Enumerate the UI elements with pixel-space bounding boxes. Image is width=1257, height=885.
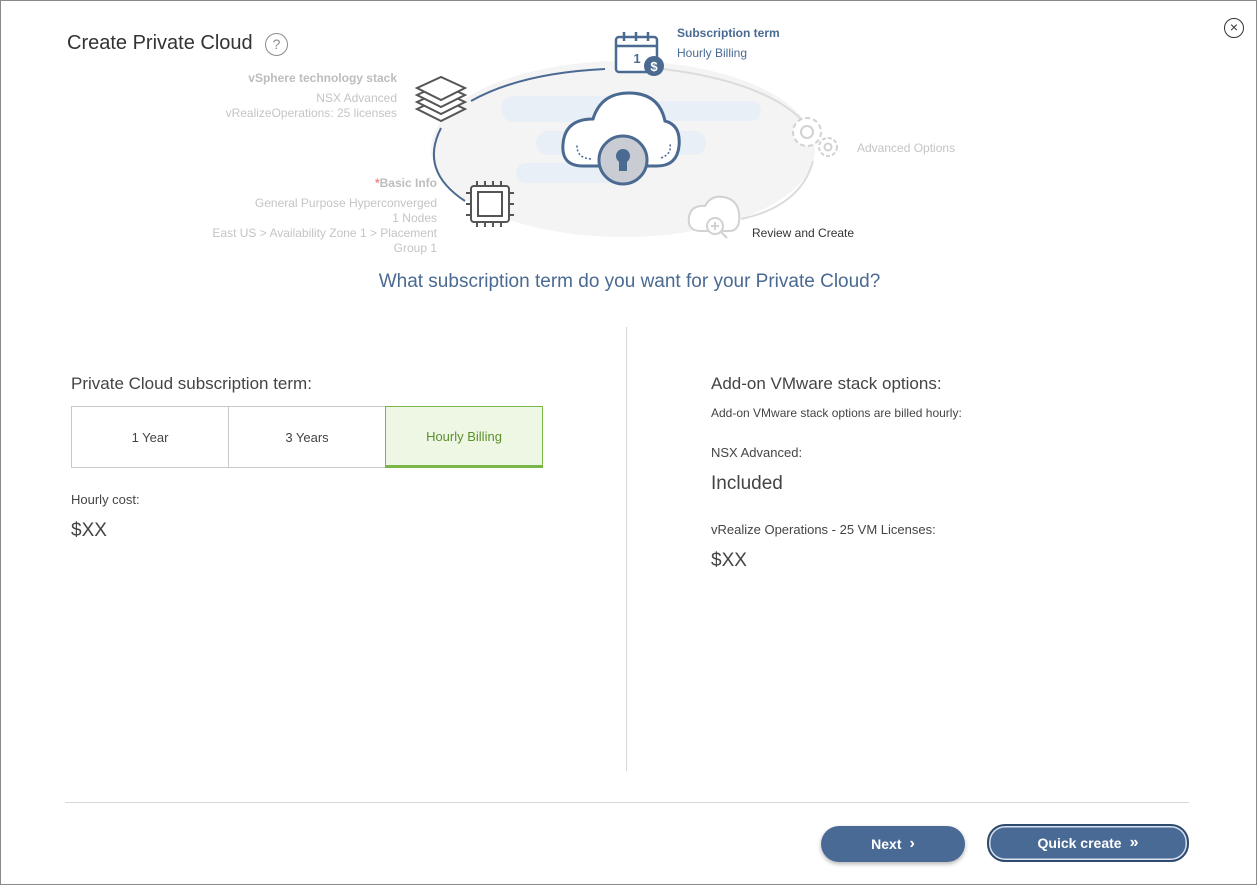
hourly-cost-value: $XX xyxy=(71,520,107,541)
step-basic-info-line3: East US > Availability Zone 1 > Placemen… xyxy=(212,226,437,240)
double-chevron-right-icon: » xyxy=(1129,834,1139,851)
step-subscription-value: Hourly Billing xyxy=(677,46,748,60)
subscription-term-selector: 1 Year 3 Years Hourly Billing xyxy=(71,406,543,468)
term-option-3-years[interactable]: 3 Years xyxy=(228,406,386,468)
step-vsphere-line1: NSX Advanced xyxy=(316,91,397,105)
addon-options-label: Add-on VMware stack options: xyxy=(711,374,942,393)
vrops-value: $XX xyxy=(711,550,747,571)
step-basic-info-line4: Group 1 xyxy=(393,241,437,255)
footer-divider xyxy=(65,802,1189,803)
subscription-term-label: Private Cloud subscription term: xyxy=(71,374,312,393)
step-question: What subscription term do you want for y… xyxy=(378,271,881,292)
calendar-icon: 1 $ xyxy=(614,32,664,76)
step-advanced-title[interactable]: Advanced Options xyxy=(857,141,955,156)
nsx-value: Included xyxy=(711,473,783,494)
term-option-hourly-billing[interactable]: Hourly Billing xyxy=(385,406,543,468)
quick-create-button[interactable]: Quick create » xyxy=(987,824,1189,862)
nsx-label: NSX Advanced: xyxy=(711,445,803,460)
chevron-right-icon: › xyxy=(909,835,915,852)
term-option-1-year[interactable]: 1 Year xyxy=(71,406,229,468)
calendar-day: 1 xyxy=(633,51,640,66)
dialog: Create Private Cloud ? × 1 $ Subscriptio… xyxy=(0,0,1257,885)
column-divider xyxy=(626,327,627,771)
step-vsphere-title[interactable]: vSphere technology stack xyxy=(197,71,397,86)
addon-options-note: Add-on VMware stack options are billed h… xyxy=(711,406,962,420)
step-basic-info-line2: 1 Nodes xyxy=(392,211,437,225)
hourly-cost-label: Hourly cost: xyxy=(71,492,140,507)
step-basic-info-line1: General Purpose Hyperconverged xyxy=(254,196,437,210)
step-basic-info-title[interactable]: *Basic Info xyxy=(237,176,437,191)
svg-text:$: $ xyxy=(650,59,658,74)
step-basic-info-label: Basic Info xyxy=(379,176,437,190)
quick-create-label: Quick create xyxy=(1037,835,1122,851)
step-subscription-title[interactable]: Subscription term xyxy=(677,26,780,41)
step-review-title[interactable]: Review and Create xyxy=(752,226,854,241)
chip-icon xyxy=(466,181,514,227)
next-button[interactable]: Next › xyxy=(821,826,965,862)
next-button-label: Next xyxy=(871,836,902,852)
step-vsphere-line2: vRealizeOperations: 25 licenses xyxy=(225,106,397,120)
vrops-label: vRealize Operations - 25 VM Licenses: xyxy=(711,522,936,537)
